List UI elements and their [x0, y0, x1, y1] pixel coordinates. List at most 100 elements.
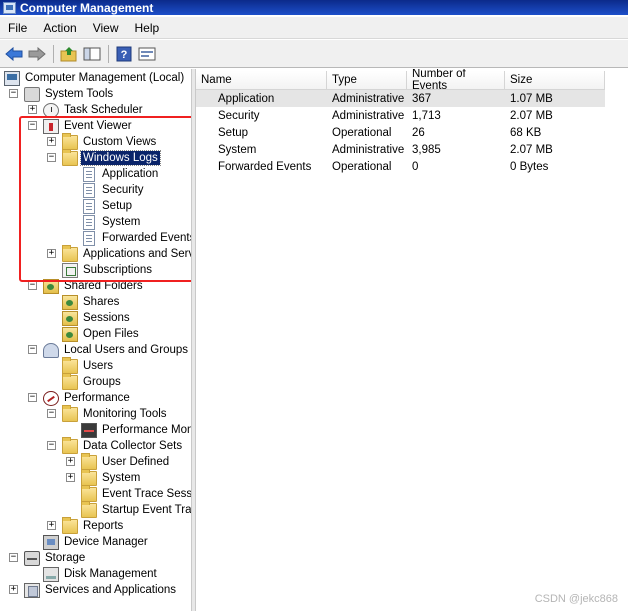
- up-folder-icon: [60, 46, 77, 61]
- log-icon: [83, 198, 95, 214]
- tree-item-services-applications[interactable]: Services and Applications: [24, 582, 178, 598]
- cell-events: 0: [412, 160, 419, 173]
- expand-toggle[interactable]: +: [47, 521, 56, 530]
- tree-item-applications-services-logs[interactable]: Applications and Servi: [62, 244, 191, 262]
- tree-item-sessions[interactable]: Sessions: [62, 310, 132, 326]
- list-row[interactable]: Forwarded Events Operational 0 0 Bytes: [196, 158, 628, 175]
- tree-item-reports[interactable]: Reports: [62, 516, 125, 534]
- expand-toggle[interactable]: +: [66, 473, 75, 482]
- tree-item-task-scheduler[interactable]: Task Scheduler: [43, 102, 145, 118]
- tree-item-shares[interactable]: Shares: [62, 294, 121, 310]
- column-header-name[interactable]: Name: [196, 71, 327, 90]
- tree-item-disk-management[interactable]: Disk Management: [43, 566, 159, 582]
- cell-events: 1,713: [412, 109, 441, 122]
- expand-toggle[interactable]: +: [28, 105, 37, 114]
- tree-label: Shares: [83, 296, 120, 308]
- shared-folders-icon: [43, 278, 59, 294]
- collapse-toggle[interactable]: −: [47, 409, 56, 418]
- tree-label: Application: [102, 168, 159, 180]
- list-row[interactable]: Application Administrative 367 1.07 MB: [196, 90, 628, 107]
- disk-management-icon: [43, 566, 59, 582]
- menu-view[interactable]: View: [85, 21, 127, 35]
- tree-item-dc-system[interactable]: System: [81, 468, 142, 486]
- tree-item-event-viewer[interactable]: Event Viewer: [43, 118, 134, 134]
- menu-file[interactable]: File: [0, 21, 35, 35]
- column-header-type[interactable]: Type: [327, 71, 407, 90]
- tree-label: Reports: [83, 520, 124, 532]
- list-row[interactable]: Security Administrative 1,713 2.07 MB: [196, 107, 628, 124]
- tree-item-performance[interactable]: Performance: [43, 390, 132, 406]
- collapse-toggle[interactable]: −: [28, 121, 37, 130]
- tree-item-windows-logs[interactable]: Windows Logs: [62, 148, 161, 166]
- collapse-toggle[interactable]: −: [28, 345, 37, 354]
- tree-item-device-manager[interactable]: Device Manager: [43, 534, 150, 550]
- collapse-toggle[interactable]: −: [9, 89, 18, 98]
- console-tree[interactable]: Computer Management (Local) − System Too…: [0, 69, 191, 611]
- expand-toggle[interactable]: +: [47, 137, 56, 146]
- tree-item-open-files[interactable]: Open Files: [62, 326, 141, 342]
- tree-label: Event Viewer: [64, 120, 132, 132]
- expand-toggle[interactable]: +: [47, 249, 56, 258]
- collapse-toggle[interactable]: −: [9, 553, 18, 562]
- column-header-size[interactable]: Size: [505, 71, 605, 90]
- tree-label: Custom Views: [83, 136, 157, 148]
- tree-item-log-setup[interactable]: Setup: [81, 198, 134, 214]
- back-button[interactable]: [3, 43, 25, 65]
- forward-button[interactable]: [26, 43, 48, 65]
- tree-item-user-defined[interactable]: User Defined: [81, 452, 171, 470]
- help-button[interactable]: ?: [113, 43, 135, 65]
- tree-label: Disk Management: [64, 568, 157, 580]
- tree-item-subscriptions[interactable]: Subscriptions: [62, 262, 154, 278]
- expand-toggle[interactable]: +: [66, 457, 75, 466]
- tree-item-log-application[interactable]: Application: [81, 166, 160, 182]
- system-tools-icon: [24, 86, 40, 102]
- tree-item-log-forwarded-events[interactable]: Forwarded Events: [81, 230, 191, 246]
- tree-item-log-system[interactable]: System: [81, 214, 142, 230]
- tree-label: Computer Management (Local): [25, 72, 185, 84]
- expand-toggle[interactable]: +: [9, 585, 18, 594]
- shared-folder-icon: [62, 310, 78, 326]
- properties-icon: [138, 47, 156, 60]
- show-hide-tree-button[interactable]: [81, 43, 103, 65]
- menu-action[interactable]: Action: [35, 21, 84, 35]
- collapse-toggle[interactable]: −: [28, 281, 37, 290]
- tree-item-custom-views[interactable]: Custom Views: [62, 132, 158, 150]
- results-list-view[interactable]: Name Type Number of Events Size Applicat…: [196, 69, 628, 611]
- window-title: Computer Management: [20, 0, 154, 15]
- collapse-toggle[interactable]: −: [47, 441, 56, 450]
- toolbar-separator: [53, 44, 54, 63]
- help-icon: ?: [116, 46, 132, 61]
- column-header-number-of-events[interactable]: Number of Events: [407, 69, 505, 92]
- tree-item-system-tools[interactable]: System Tools: [24, 86, 115, 102]
- tree-item-log-security[interactable]: Security: [81, 182, 146, 198]
- up-one-level-button[interactable]: [58, 43, 80, 65]
- storage-icon: [24, 550, 40, 566]
- device-manager-icon: [43, 534, 59, 550]
- tree-item-storage[interactable]: Storage: [24, 550, 87, 566]
- tree-item-startup-event-trace[interactable]: Startup Event Tra: [81, 500, 191, 518]
- cell-events: 367: [407, 90, 505, 107]
- tree-item-event-trace-sessions[interactable]: Event Trace Sessi: [81, 484, 191, 502]
- collapse-toggle[interactable]: −: [47, 153, 56, 162]
- collapse-toggle[interactable]: −: [28, 393, 37, 402]
- computer-icon: [4, 70, 20, 86]
- toolbar-separator: [108, 44, 109, 63]
- tree-item-computer-management[interactable]: Computer Management (Local): [4, 70, 186, 86]
- list-row[interactable]: System Administrative 3,985 2.07 MB: [196, 141, 628, 158]
- tree-item-monitoring-tools[interactable]: Monitoring Tools: [62, 404, 169, 422]
- tree-label: System Tools: [45, 88, 114, 100]
- tree-label: Users: [83, 360, 114, 372]
- title-bar[interactable]: Computer Management: [0, 0, 628, 15]
- tree-label: System: [102, 216, 141, 228]
- tree-label: Event Trace Sessi: [102, 488, 191, 500]
- filter-folder-icon: [62, 132, 78, 150]
- menu-help[interactable]: Help: [127, 21, 168, 35]
- properties-button[interactable]: [136, 43, 158, 65]
- tree-item-groups[interactable]: Groups: [62, 372, 123, 390]
- tree-item-shared-folders[interactable]: Shared Folders: [43, 278, 145, 294]
- tree-item-performance-monitor[interactable]: Performance Moni: [81, 422, 191, 438]
- cell-name: Security: [218, 109, 260, 122]
- list-row[interactable]: Setup Operational 26 68 KB: [196, 124, 628, 141]
- folder-icon: [81, 484, 97, 502]
- tree-label-selected: Windows Logs: [80, 150, 161, 166]
